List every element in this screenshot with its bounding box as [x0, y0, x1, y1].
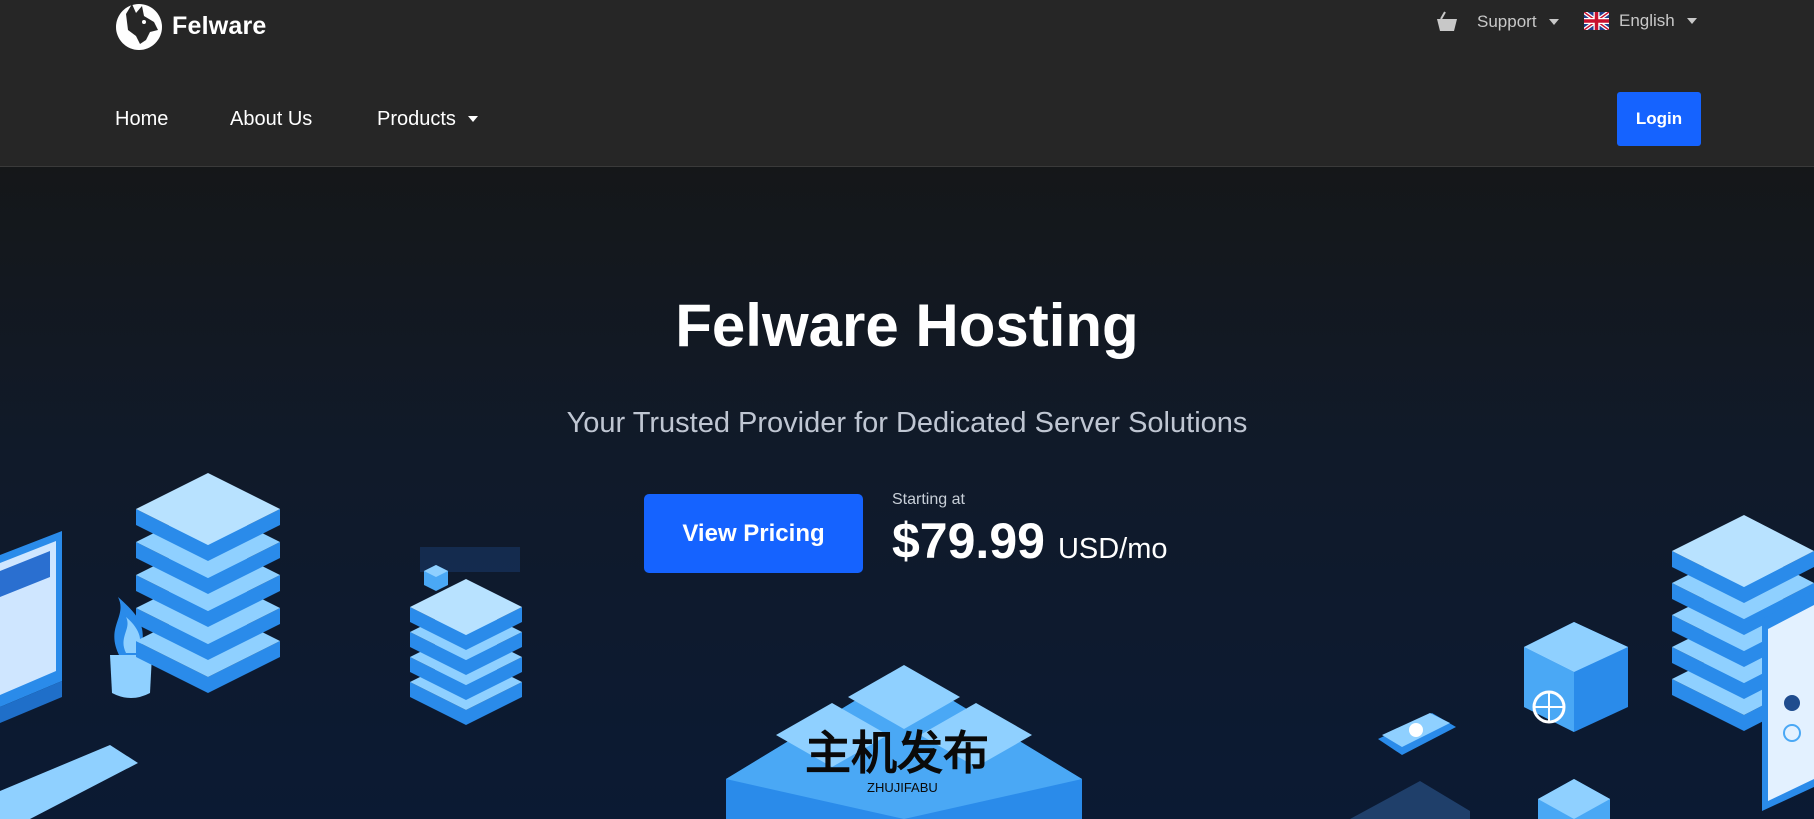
basket-icon: [1437, 11, 1457, 31]
caret-down-icon: [1548, 19, 1559, 25]
hero-title: Felware Hosting: [675, 292, 1139, 359]
watermark-main: 主机发布: [805, 727, 989, 780]
nav-item-home[interactable]: Home: [115, 104, 168, 134]
nav-home-label: Home: [115, 107, 169, 130]
price-amount: $79.99: [892, 513, 1045, 569]
server-tower-center-left: [410, 547, 522, 725]
login-button[interactable]: Login: [1617, 92, 1701, 146]
site-header: Felware Support English Home About Us Pr…: [0, 0, 1814, 167]
watermark-sub: ZHUJIFABU: [867, 780, 938, 795]
nav-item-about-us[interactable]: About Us: [230, 104, 312, 134]
brand-logo[interactable]: Felware: [114, 0, 267, 52]
browser-window-illustration: [1762, 591, 1814, 811]
hero-section: Felware Hosting Your Trusted Provider fo…: [0, 167, 1814, 819]
price-unit: USD/mo: [1057, 533, 1168, 565]
globe-cube-illustration: [1524, 622, 1628, 732]
language-menu[interactable]: English: [1584, 11, 1697, 31]
nav-item-products[interactable]: Products: [377, 104, 478, 134]
nav-about-label: About Us: [230, 107, 313, 130]
language-label: English: [1619, 11, 1675, 30]
server-stack-left: [136, 473, 280, 693]
uk-flag-icon: [1584, 12, 1609, 30]
starting-at-label: Starting at: [892, 491, 965, 508]
caret-down-icon: [1686, 18, 1697, 24]
small-cube-illustration: [1350, 779, 1610, 819]
brand-name: Felware: [172, 11, 267, 40]
support-menu[interactable]: Support: [1435, 11, 1559, 33]
hero-subtitle: Your Trusted Provider for Dedicated Serv…: [566, 407, 1248, 439]
caret-down-icon: [467, 116, 478, 122]
price-display: $79.99 USD/mo: [892, 512, 1168, 570]
phone-illustration: [1378, 713, 1456, 755]
nav-products-label: Products: [377, 107, 456, 130]
wolf-head-logo-icon: [116, 4, 162, 50]
support-label: Support: [1477, 12, 1537, 31]
watermark-overlay: 主机发布 ZHUJIFABU: [805, 727, 989, 795]
view-pricing-button[interactable]: View Pricing: [644, 494, 863, 573]
